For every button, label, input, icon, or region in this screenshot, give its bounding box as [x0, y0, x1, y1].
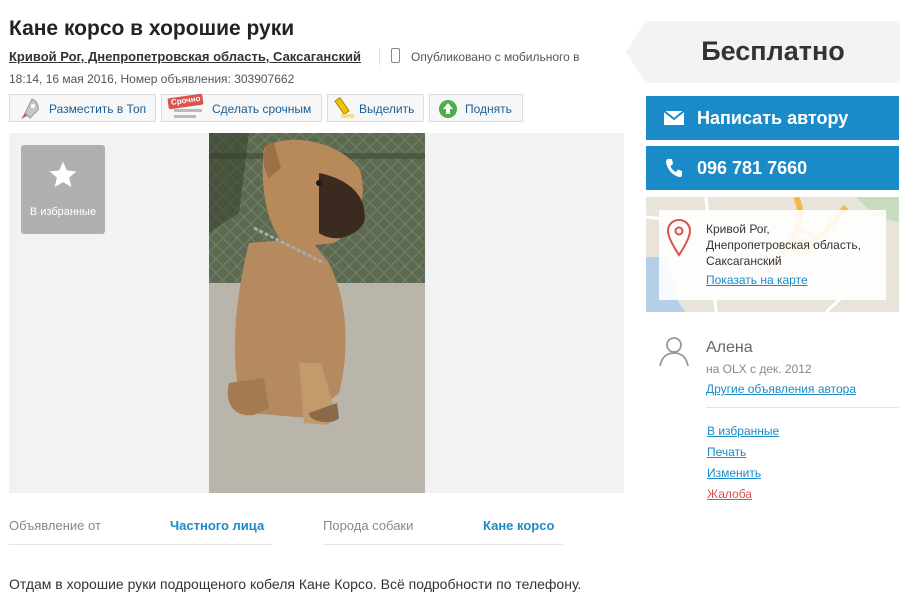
- price: Бесплатно: [701, 36, 845, 66]
- envelope-icon: [664, 111, 684, 125]
- highlight-label: Выделить: [359, 102, 415, 116]
- rocket-icon: [21, 98, 39, 119]
- divider: [379, 49, 380, 65]
- make-urgent-button[interactable]: Срочно Сделать срочным: [161, 93, 322, 122]
- raise-arrow-icon: [439, 100, 457, 118]
- divider: [706, 407, 899, 408]
- lines-decoration: [174, 109, 202, 112]
- promote-top-label: Разместить в Топ: [49, 102, 147, 116]
- attr-value-offered-by[interactable]: Частного лица: [170, 518, 264, 533]
- edit-link[interactable]: Изменить: [707, 466, 761, 480]
- seller-since: на OLX с дек. 2012: [706, 362, 812, 376]
- show-on-map-link[interactable]: Показать на карте: [706, 273, 808, 287]
- published-mobile-text: Опубликовано с мобильного в: [411, 50, 580, 64]
- print-link[interactable]: Печать: [707, 445, 746, 459]
- raise-label: Поднять: [465, 102, 512, 116]
- add-favorite-link[interactable]: В избранные: [707, 424, 779, 438]
- map-district: Саксаганский: [706, 254, 782, 268]
- ad-description: Отдам в хорошие руки подрощеного кобеля …: [9, 576, 582, 592]
- complaint-link[interactable]: Жалоба: [707, 487, 752, 501]
- phone-number: 096 781 7660: [697, 158, 808, 178]
- dog-photo[interactable]: [209, 133, 425, 493]
- phone-icon: [666, 159, 682, 178]
- seller-name: Алена: [706, 339, 753, 356]
- divider: [9, 544, 272, 545]
- map-pin-icon: [667, 219, 691, 257]
- mobile-phone-icon: [391, 48, 400, 63]
- star-icon: [49, 161, 77, 187]
- price-notch: [626, 21, 646, 83]
- attr-value-breed[interactable]: Кане корсо: [483, 518, 554, 533]
- favorite-label: В избранные: [29, 206, 97, 218]
- highlight-button[interactable]: Выделить: [327, 94, 424, 122]
- write-author-label: Написать автору: [697, 108, 849, 128]
- raise-button[interactable]: Поднять: [429, 94, 523, 122]
- promote-top-button[interactable]: Разместить в Топ: [9, 94, 156, 122]
- published-meta-text: 18:14, 16 мая 2016, Номер объявления: 30…: [9, 72, 295, 86]
- urgent-badge-icon: Срочно: [167, 93, 204, 110]
- divider: [323, 544, 563, 545]
- attr-label-breed: Порода собаки: [323, 518, 414, 533]
- map-region: Днепропетровская область,: [706, 238, 861, 252]
- make-urgent-label: Сделать срочным: [212, 102, 312, 116]
- ad-title: Кане корсо в хорошие руки: [9, 17, 295, 40]
- add-favorite-button[interactable]: В избранные: [21, 145, 105, 234]
- write-author-button[interactable]: Написать автору: [646, 96, 899, 140]
- other-ads-link[interactable]: Другие объявления автора: [706, 382, 856, 396]
- show-phone-button[interactable]: 096 781 7660: [646, 146, 899, 190]
- attr-label-offered-by: Объявление от: [9, 518, 101, 533]
- user-avatar-icon: [659, 337, 689, 367]
- ad-location-link[interactable]: Кривой Рог, Днепропетровская область, Са…: [9, 49, 361, 64]
- lines-decoration: [174, 115, 196, 118]
- marker-icon: [334, 97, 354, 118]
- map-city: Кривой Рог,: [706, 222, 770, 236]
